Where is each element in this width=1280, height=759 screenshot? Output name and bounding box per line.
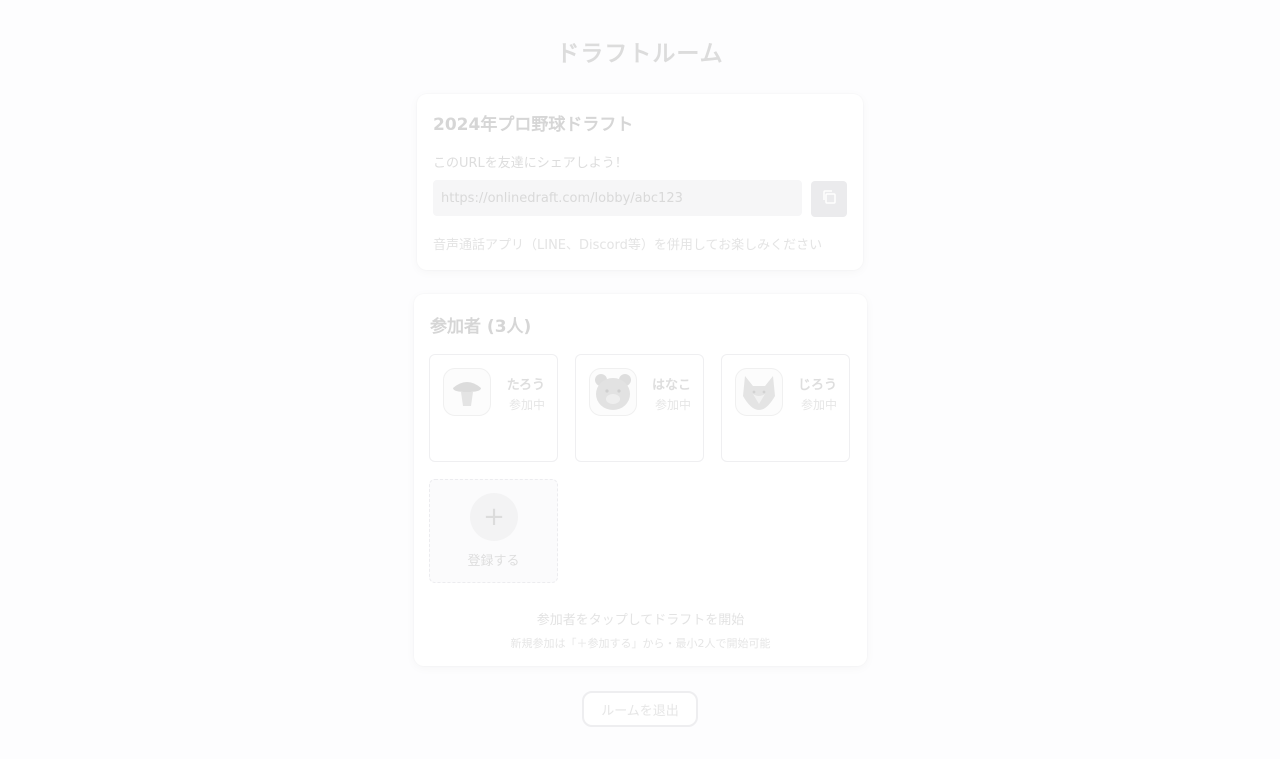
register-label: 登録する [467, 554, 520, 569]
mushroom-icon [443, 368, 491, 416]
room-title: 2024年プロ野球ドラフト [433, 115, 634, 135]
copy-icon [821, 189, 837, 209]
share-instruction: このURLを友達にシェアしよう！ [433, 156, 628, 171]
wolf-icon [735, 368, 783, 416]
copy-url-button[interactable] [811, 181, 847, 217]
bear-icon [589, 368, 637, 416]
member-tile[interactable]: じろう 参加中 [721, 354, 850, 462]
page-title: ドラフトルーム [556, 41, 724, 67]
leave-room-button[interactable]: ルームを退出 [582, 691, 698, 727]
register-button[interactable]: + 登録する [429, 479, 558, 583]
member-status: 参加中 [508, 398, 545, 412]
share-url-field[interactable] [433, 180, 802, 216]
member-name: じろう [797, 378, 837, 393]
start-hint: 参加者をタップしてドラフトを開始 [536, 613, 745, 628]
member-name: はなこ [651, 378, 691, 393]
join-hint: 新規参加は「＋参加する」から・最小2人で開始可能 [510, 637, 771, 650]
room-card: 2024年プロ野球ドラフト このURLを友達にシェアしよう！ 音声通話アプリ（L… [417, 94, 863, 270]
members-card: 参加者 (3人) たろう 参加中 はなこ 参加中 じろう 参加中 + 登録する … [414, 294, 867, 666]
member-name: たろう [506, 378, 545, 393]
plus-icon: + [470, 493, 518, 541]
members-title: 参加者 (3人) [430, 317, 532, 337]
member-status: 参加中 [654, 398, 691, 412]
member-tile[interactable]: たろう 参加中 [429, 354, 558, 462]
member-status: 参加中 [800, 398, 837, 412]
voice-app-note: 音声通話アプリ（LINE、Discord等）を併用してお楽しみください [433, 238, 823, 253]
member-tile[interactable]: はなこ 参加中 [575, 354, 704, 462]
